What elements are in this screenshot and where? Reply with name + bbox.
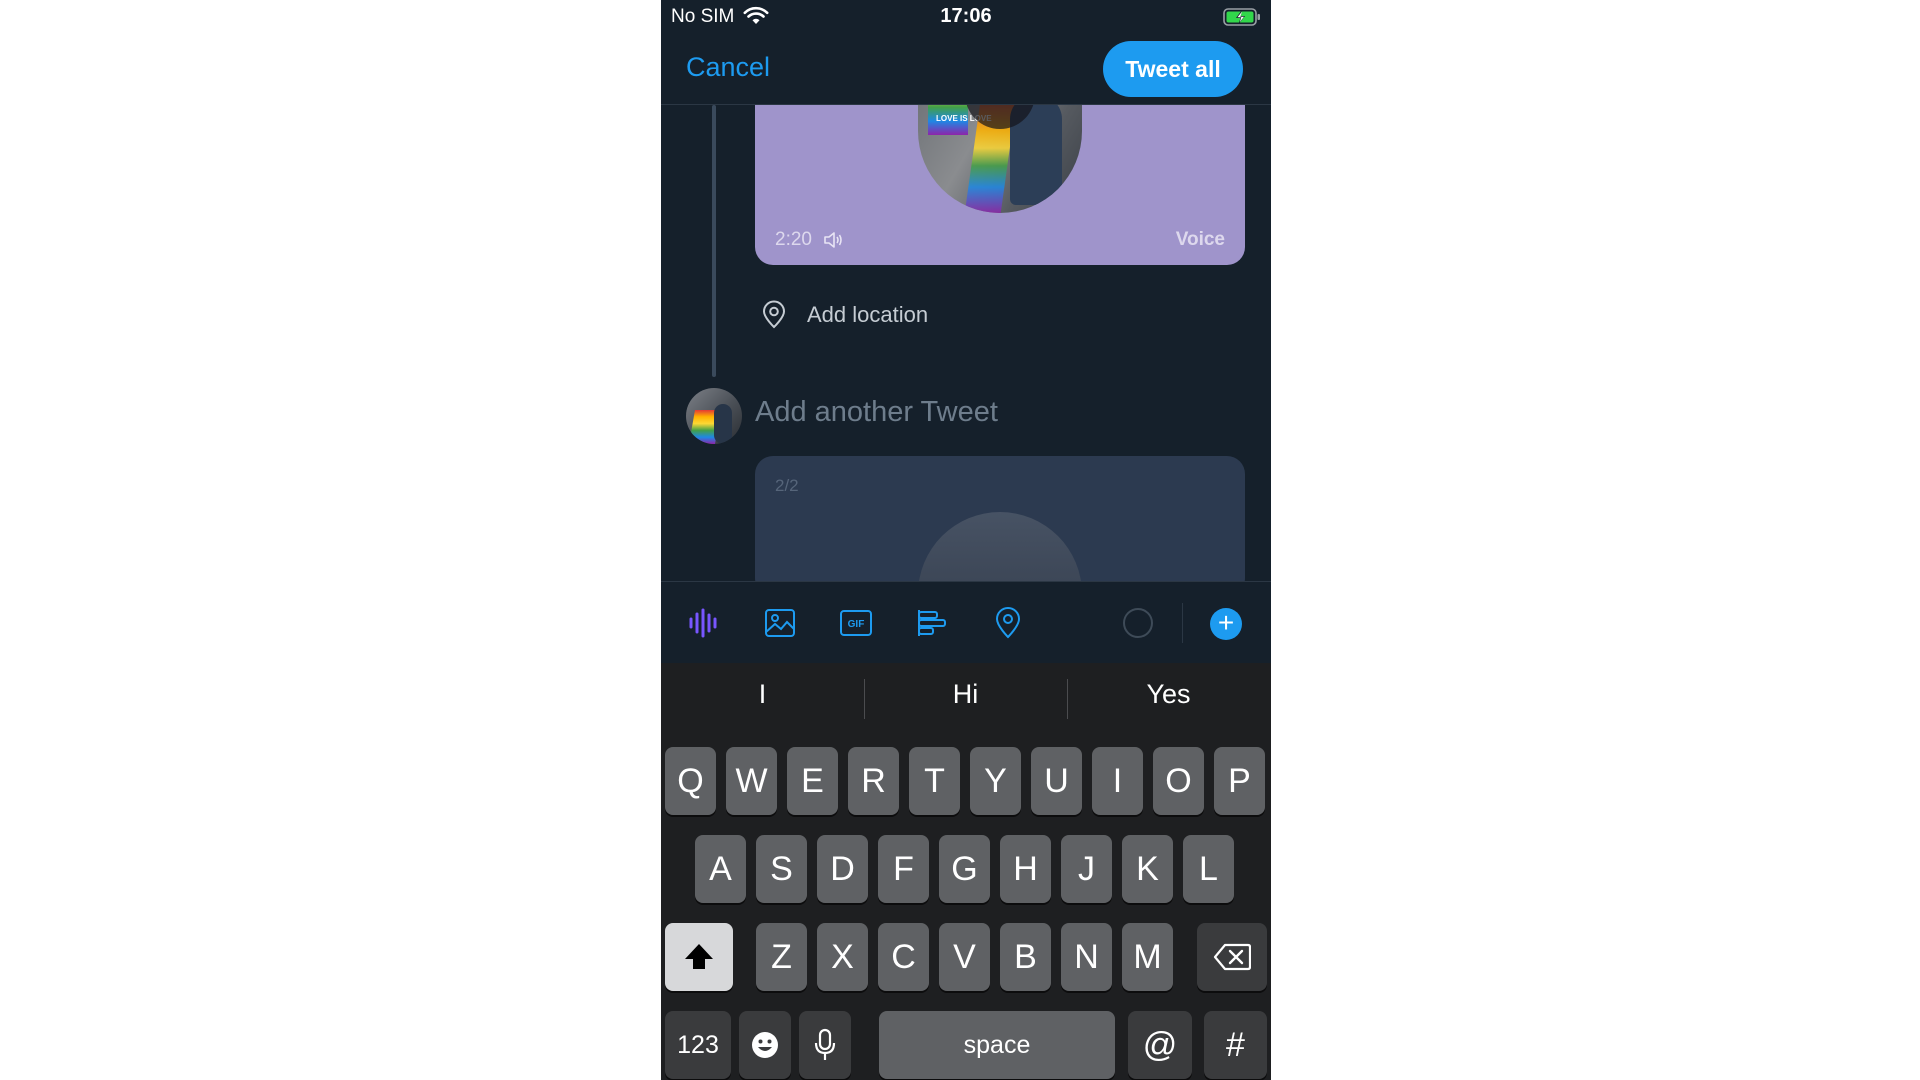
battery-charging-icon <box>1223 8 1260 26</box>
at-key[interactable]: @ <box>1128 1011 1192 1079</box>
compose-header: Cancel Tweet all <box>661 34 1271 105</box>
tweet-all-button[interactable]: Tweet all <box>1103 41 1243 97</box>
second-voice-card[interactable]: 2/2 <box>755 456 1245 581</box>
key-h[interactable]: H <box>1000 835 1051 903</box>
shift-arrow-icon <box>685 944 713 969</box>
clock: 17:06 <box>940 5 992 27</box>
image-icon[interactable] <box>763 606 797 640</box>
key-t[interactable]: T <box>909 747 960 815</box>
poll-icon[interactable] <box>915 606 949 640</box>
location-icon[interactable] <box>991 606 1025 640</box>
gif-icon[interactable]: GIF <box>839 606 873 640</box>
avatar <box>686 388 742 444</box>
voice-label: Voice <box>1175 229 1225 250</box>
microphone-icon <box>814 1028 836 1060</box>
compose-toolbar: GIF + <box>661 581 1271 664</box>
suggestion-2[interactable]: Hi <box>864 679 1067 710</box>
voice-duration: 2:20 <box>775 229 812 250</box>
voice-tweet-card[interactable]: LOVE IS LOVE 2:20 Voice <box>755 105 1245 265</box>
key-e[interactable]: E <box>787 747 838 815</box>
hash-key[interactable]: # <box>1204 1011 1267 1079</box>
key-s[interactable]: S <box>756 835 807 903</box>
second-card-artwork <box>918 512 1082 581</box>
key-y[interactable]: Y <box>970 747 1021 815</box>
key-d[interactable]: D <box>817 835 868 903</box>
key-j[interactable]: J <box>1061 835 1112 903</box>
play-icon <box>987 105 1013 107</box>
key-q[interactable]: Q <box>665 747 716 815</box>
key-o[interactable]: O <box>1153 747 1204 815</box>
key-z[interactable]: Z <box>756 923 807 991</box>
character-count-ring <box>1123 608 1153 638</box>
key-i[interactable]: I <box>1092 747 1143 815</box>
toolbar-divider <box>1182 603 1183 643</box>
key-b[interactable]: B <box>1000 923 1051 991</box>
add-location-label: Add location <box>807 302 929 327</box>
thread-connector-line <box>712 105 716 377</box>
key-c[interactable]: C <box>878 923 929 991</box>
voice-card-artwork: LOVE IS LOVE <box>918 105 1082 213</box>
key-g[interactable]: G <box>939 835 990 903</box>
key-u[interactable]: U <box>1031 747 1082 815</box>
key-l[interactable]: L <box>1183 835 1234 903</box>
phone-screen: No SIM 17:06 Cancel Tweet all LOVE IS LO… <box>661 0 1271 1080</box>
key-m[interactable]: M <box>1122 923 1173 991</box>
cancel-button[interactable]: Cancel <box>686 52 770 83</box>
suggestion-1[interactable]: I <box>661 679 864 710</box>
delete-key[interactable] <box>1197 923 1267 991</box>
key-f[interactable]: F <box>878 835 929 903</box>
emoji-icon <box>752 1032 778 1058</box>
backspace-icon <box>1213 943 1251 971</box>
key-r[interactable]: R <box>848 747 899 815</box>
emoji-key[interactable] <box>739 1011 791 1079</box>
add-location-button[interactable]: Add location <box>759 297 928 333</box>
key-w[interactable]: W <box>726 747 777 815</box>
shift-key[interactable] <box>665 923 733 991</box>
speaker-icon <box>824 232 842 248</box>
numbers-key[interactable]: 123 <box>665 1011 731 1079</box>
page-indicator: 2/2 <box>775 476 799 495</box>
key-v[interactable]: V <box>939 923 990 991</box>
add-tweet-icon[interactable]: + <box>1210 608 1242 640</box>
key-a[interactable]: A <box>695 835 746 903</box>
status-bar: No SIM 17:06 <box>661 0 1271 34</box>
key-k[interactable]: K <box>1122 835 1173 903</box>
thread-compose-area: LOVE IS LOVE 2:20 Voice Add location Add… <box>661 105 1271 581</box>
key-p[interactable]: P <box>1214 747 1265 815</box>
add-another-tweet-input[interactable]: Add another Tweet <box>755 396 998 429</box>
voice-icon[interactable] <box>687 606 721 640</box>
dictation-key[interactable] <box>799 1011 851 1079</box>
location-pin-icon <box>762 300 786 329</box>
suggestion-3[interactable]: Yes <box>1067 679 1270 710</box>
ios-keyboard: I Hi Yes Q W E R T Y U I O P A S D F G H… <box>661 663 1271 1080</box>
key-n[interactable]: N <box>1061 923 1112 991</box>
space-key[interactable]: space <box>879 1011 1115 1079</box>
predictive-bar: I Hi Yes <box>661 663 1271 733</box>
svg-text:GIF: GIF <box>848 619 865 630</box>
key-x[interactable]: X <box>817 923 868 991</box>
